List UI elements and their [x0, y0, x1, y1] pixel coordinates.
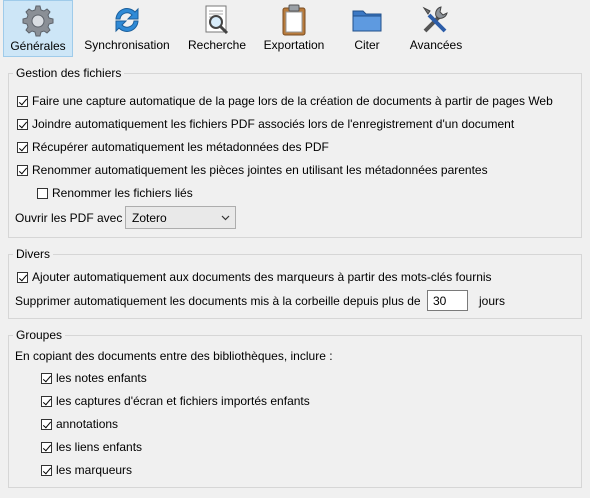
folder-icon [352, 10, 382, 32]
tab-synchronisation[interactable]: Synchronisation [82, 0, 172, 57]
clipboard-icon [282, 4, 306, 36]
checkbox-label: annotations [56, 417, 119, 431]
tools-icon [422, 6, 448, 33]
tab-label: Synchronisation [84, 38, 170, 52]
tab-generales[interactable]: Générales [3, 0, 73, 57]
tab-avancees[interactable]: Avancées [404, 0, 468, 57]
rename-attachments-checkbox[interactable]: Renommer automatiquement les pièces join… [17, 163, 488, 177]
gear-icon [22, 5, 54, 37]
tab-label: Exportation [263, 38, 325, 52]
checkbox-label: les liens enfants [56, 440, 143, 454]
checkbox[interactable] [41, 442, 52, 453]
checkbox-label: Ajouter automatiquement aux documents de… [32, 270, 492, 284]
input-value: 30 [433, 294, 447, 308]
checkbox[interactable] [17, 272, 28, 283]
checkbox[interactable] [17, 142, 28, 153]
child-notes-checkbox[interactable]: les notes enfants [41, 371, 147, 385]
select-value: Zotero [132, 211, 167, 225]
tab-recherche[interactable]: Recherche [183, 0, 251, 57]
checkbox-label: Joindre automatiquement les fichiers PDF… [32, 117, 515, 131]
checkbox-label: Renommer les fichiers liés [52, 186, 193, 200]
checkbox[interactable] [41, 396, 52, 407]
checkbox-label: Faire une capture automatique de la page… [32, 94, 553, 108]
checkbox-label: les captures d'écran et fichiers importé… [56, 394, 310, 408]
checkbox[interactable] [17, 165, 28, 176]
checkbox-label: Récupérer automatiquement les métadonnée… [32, 140, 329, 154]
checkbox-label: les marqueurs [56, 463, 133, 477]
checkbox[interactable] [41, 373, 52, 384]
chevron-down-icon [221, 215, 230, 221]
tab-citer[interactable]: Citer [340, 0, 394, 57]
groups-intro: En copiant des documents entre des bibli… [15, 349, 333, 363]
search-icon [205, 5, 229, 35]
tab-label: Recherche [187, 38, 247, 52]
checkbox-label: Renommer automatiquement les pièces join… [32, 163, 488, 177]
checkbox[interactable] [41, 465, 52, 476]
tab-label: Citer [354, 38, 380, 52]
rename-linked-checkbox[interactable]: Renommer les fichiers liés [37, 186, 193, 200]
trash-days-input[interactable]: 30 [427, 290, 468, 311]
tab-label: Avancées [409, 38, 463, 52]
group-title: Gestion des fichiers [16, 66, 122, 80]
preferences-toolbar: Générales Synchronisation Recherche Expo… [0, 0, 590, 58]
tab-exportation[interactable]: Exportation [258, 0, 330, 57]
auto-tags-checkbox[interactable]: Ajouter automatiquement aux documents de… [17, 270, 492, 284]
auto-snapshot-checkbox[interactable]: Faire une capture automatique de la page… [17, 94, 553, 108]
retrieve-metadata-checkbox[interactable]: Récupérer automatiquement les métadonnée… [17, 140, 329, 154]
checkbox[interactable] [17, 119, 28, 130]
attach-pdf-checkbox[interactable]: Joindre automatiquement les fichiers PDF… [17, 117, 514, 131]
open-pdf-label: Ouvrir les PDF avec [15, 211, 123, 225]
checkbox[interactable] [37, 188, 48, 199]
checkbox-label: les notes enfants [56, 371, 147, 385]
group-title: Groupes [16, 328, 63, 342]
checkbox[interactable] [41, 419, 52, 430]
annotations-checkbox[interactable]: annotations [41, 417, 118, 431]
trash-unit-label: jours [479, 294, 506, 308]
child-snapshots-checkbox[interactable]: les captures d'écran et fichiers importé… [41, 394, 310, 408]
child-links-checkbox[interactable]: les liens enfants [41, 440, 142, 454]
open-pdf-select[interactable]: Zotero [125, 206, 236, 229]
checkbox[interactable] [17, 96, 28, 107]
tab-label: Générales [10, 39, 66, 53]
tags-checkbox[interactable]: les marqueurs [41, 463, 132, 477]
sync-icon [115, 7, 139, 33]
group-title: Divers [16, 247, 51, 261]
trash-label: Supprimer automatiquement les documents … [15, 294, 421, 308]
